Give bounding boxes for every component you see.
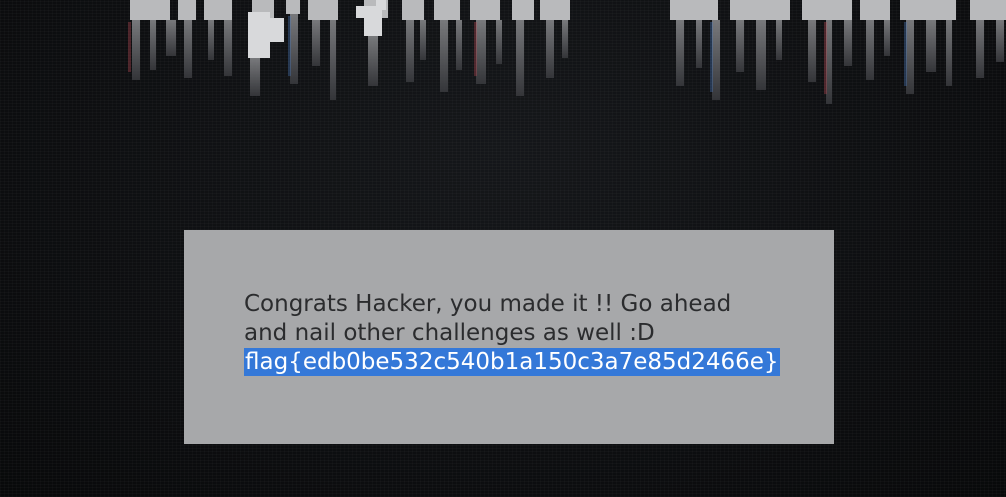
message-line-2: and nail other challenges as well :D [244,320,655,346]
page: Congrats Hacker, you made it !! Go ahead… [0,0,1006,497]
congrats-dialog: Congrats Hacker, you made it !! Go ahead… [184,230,834,444]
glitch-banner-logo [120,0,1006,110]
flag-text-selected[interactable]: flag{edb0be532c540b1a150c3a7e85d2466e} [244,348,780,376]
message-line-1: Congrats Hacker, you made it !! Go ahead [244,291,732,317]
congrats-message: Congrats Hacker, you made it !! Go ahead… [244,290,804,377]
